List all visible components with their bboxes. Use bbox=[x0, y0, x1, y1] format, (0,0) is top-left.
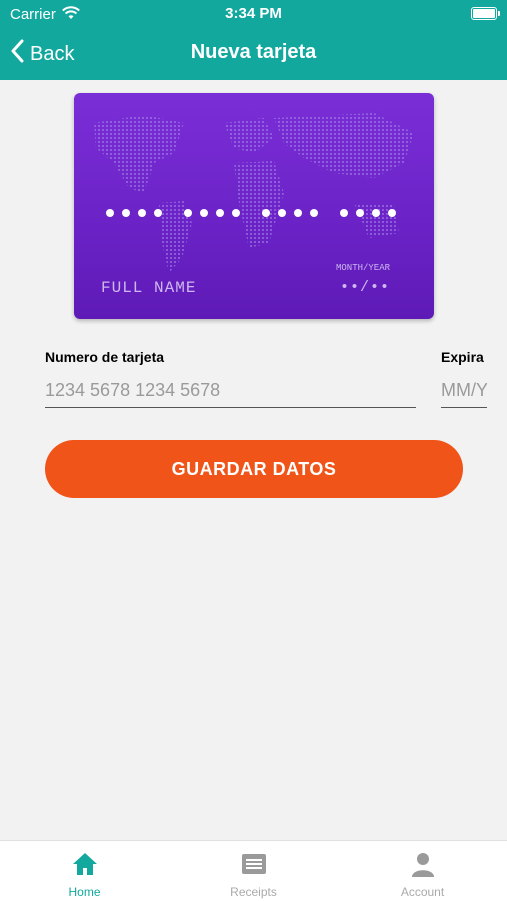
card-holder-name: FULL NAME bbox=[101, 279, 197, 297]
credit-card-preview: FULL NAME MONTH/YEAR ••/•• bbox=[74, 93, 434, 319]
card-expiry-value: ••/•• bbox=[340, 279, 391, 296]
navigation-bar: Back Nueva tarjeta bbox=[0, 28, 507, 80]
account-icon bbox=[408, 849, 438, 879]
status-time: 3:34 PM bbox=[225, 5, 282, 22]
expiry-input[interactable] bbox=[441, 373, 487, 408]
tab-bar: Home Receipts Account bbox=[0, 840, 507, 901]
save-button[interactable]: GUARDAR DATOS bbox=[45, 440, 463, 498]
page-title: Nueva tarjeta bbox=[190, 41, 317, 63]
tab-account-label: Account bbox=[400, 885, 445, 899]
tab-account[interactable]: Account bbox=[338, 841, 507, 901]
card-expiry-label: MONTH/YEAR bbox=[336, 263, 391, 273]
expiry-label: Expira bbox=[441, 349, 484, 365]
tab-home-label: Home bbox=[68, 885, 101, 899]
status-bar: Carrier 3:34 PM bbox=[0, 0, 507, 28]
tab-receipts[interactable]: Receipts bbox=[169, 841, 338, 901]
card-number-input[interactable] bbox=[45, 373, 416, 408]
masked-card-number bbox=[106, 209, 396, 217]
battery-icon bbox=[471, 7, 500, 20]
home-icon bbox=[70, 849, 100, 879]
card-number-label: Numero de tarjeta bbox=[45, 349, 165, 365]
tab-receipts-label: Receipts bbox=[230, 885, 277, 899]
tab-home[interactable]: Home bbox=[0, 841, 169, 901]
receipts-icon bbox=[239, 849, 269, 879]
